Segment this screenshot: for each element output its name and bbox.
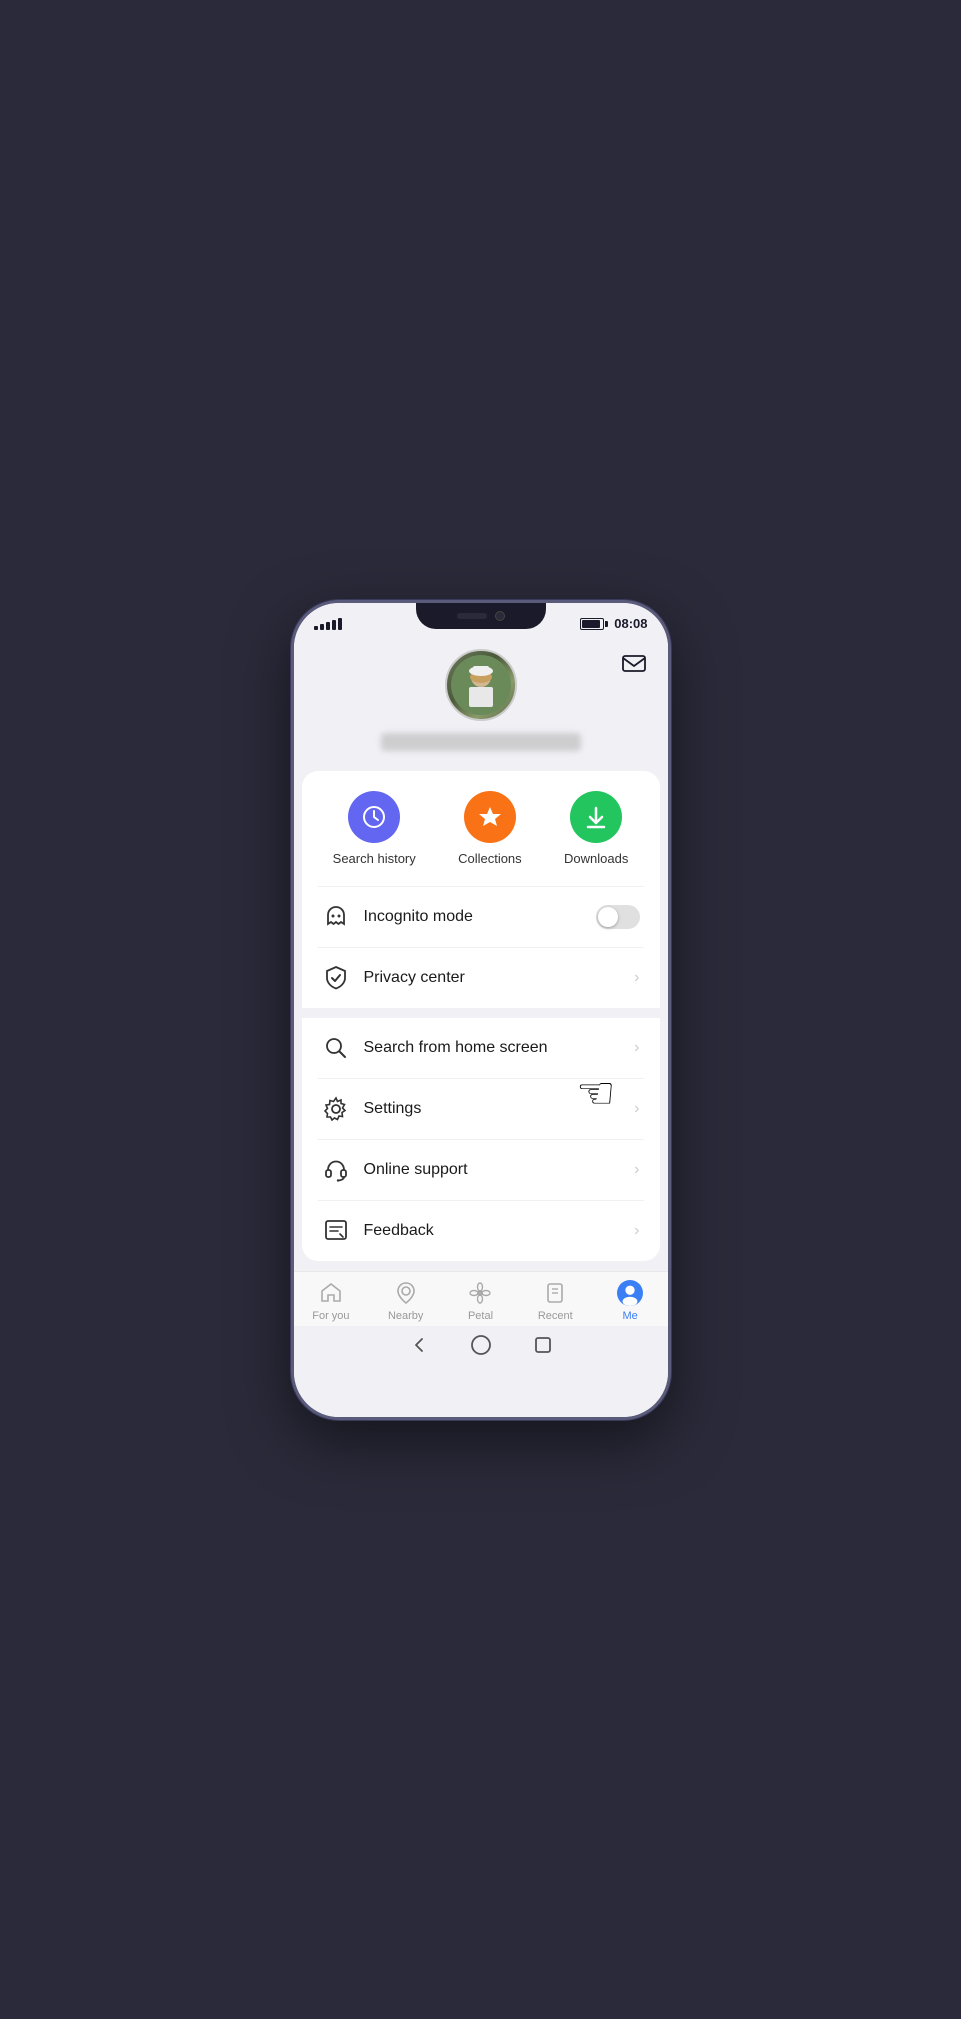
notch-camera bbox=[495, 611, 505, 621]
headset-icon bbox=[322, 1156, 350, 1184]
incognito-toggle[interactable] bbox=[596, 905, 640, 929]
collections-button[interactable]: Collections bbox=[458, 791, 522, 866]
collections-icon bbox=[464, 791, 516, 843]
search-home-item[interactable]: Search from home screen › bbox=[302, 1018, 660, 1078]
nav-recent-label: Recent bbox=[538, 1310, 573, 1322]
feedback-arrow: › bbox=[634, 1222, 639, 1240]
system-nav bbox=[294, 1326, 668, 1368]
settings-label: Settings bbox=[364, 1100, 635, 1118]
search-home-label: Search from home screen bbox=[364, 1039, 635, 1057]
gear-icon bbox=[322, 1095, 350, 1123]
nav-petal[interactable]: Petal bbox=[450, 1280, 510, 1322]
incognito-mode-label: Incognito mode bbox=[364, 908, 596, 926]
spacer bbox=[294, 1261, 668, 1271]
screen-content[interactable]: Search history Collections bbox=[294, 639, 668, 1417]
shield-check-icon bbox=[322, 964, 350, 992]
nav-recent[interactable]: Recent bbox=[525, 1280, 585, 1322]
feedback-icon bbox=[322, 1217, 350, 1245]
nav-for-you-label: For you bbox=[312, 1310, 349, 1322]
downloads-button[interactable]: Downloads bbox=[564, 791, 628, 866]
notch-sensor bbox=[457, 613, 487, 619]
search-history-button[interactable]: Search history bbox=[333, 791, 416, 866]
location-icon bbox=[393, 1280, 419, 1306]
signal-icon bbox=[314, 618, 342, 630]
mail-button[interactable] bbox=[620, 649, 648, 682]
nav-me-label: Me bbox=[622, 1310, 637, 1322]
back-button[interactable] bbox=[408, 1334, 430, 1356]
privacy-center-item[interactable]: Privacy center › bbox=[302, 948, 660, 1008]
nav-petal-label: Petal bbox=[468, 1310, 493, 1322]
petal-icon bbox=[467, 1280, 493, 1306]
home-icon bbox=[318, 1280, 344, 1306]
nav-me[interactable]: Me bbox=[600, 1280, 660, 1322]
home-button[interactable] bbox=[470, 1334, 492, 1356]
me-icon bbox=[617, 1280, 643, 1306]
online-support-label: Online support bbox=[364, 1161, 635, 1179]
search-history-icon bbox=[348, 791, 400, 843]
collections-label: Collections bbox=[458, 851, 522, 866]
feedback-label: Feedback bbox=[364, 1222, 635, 1240]
incognito-mode-item[interactable]: Incognito mode bbox=[302, 887, 660, 947]
notch bbox=[416, 603, 546, 629]
bottom-nav: For you Nearby bbox=[294, 1271, 668, 1326]
white-card: Search history Collections bbox=[302, 771, 660, 1261]
downloads-label: Downloads bbox=[564, 851, 628, 866]
profile-header bbox=[294, 639, 668, 771]
recent-icon bbox=[542, 1280, 568, 1306]
phone-frame: 08:08 bbox=[291, 600, 671, 1420]
search-icon bbox=[322, 1034, 350, 1062]
ghost-icon bbox=[322, 903, 350, 931]
search-history-label: Search history bbox=[333, 851, 416, 866]
search-home-arrow: › bbox=[634, 1039, 639, 1057]
nav-nearby[interactable]: Nearby bbox=[376, 1280, 436, 1322]
status-right: 08:08 bbox=[580, 616, 647, 631]
downloads-icon bbox=[570, 791, 622, 843]
recents-button[interactable] bbox=[532, 1334, 554, 1356]
section-gap-1 bbox=[302, 1008, 660, 1018]
feedback-item[interactable]: Feedback › bbox=[302, 1201, 660, 1261]
settings-arrow: › bbox=[634, 1100, 639, 1118]
quick-actions: Search history Collections bbox=[302, 791, 660, 886]
status-time: 08:08 bbox=[614, 616, 647, 631]
nav-nearby-label: Nearby bbox=[388, 1310, 423, 1322]
battery-icon bbox=[580, 618, 608, 630]
online-support-item[interactable]: Online support › bbox=[302, 1140, 660, 1200]
toggle-knob bbox=[598, 907, 618, 927]
nav-for-you[interactable]: For you bbox=[301, 1280, 361, 1322]
privacy-center-arrow: › bbox=[634, 969, 639, 987]
online-support-arrow: › bbox=[634, 1161, 639, 1179]
settings-item[interactable]: Settings › ☞ bbox=[302, 1079, 660, 1139]
privacy-center-label: Privacy center bbox=[364, 969, 635, 987]
username-blur bbox=[381, 733, 581, 751]
avatar bbox=[445, 649, 517, 721]
